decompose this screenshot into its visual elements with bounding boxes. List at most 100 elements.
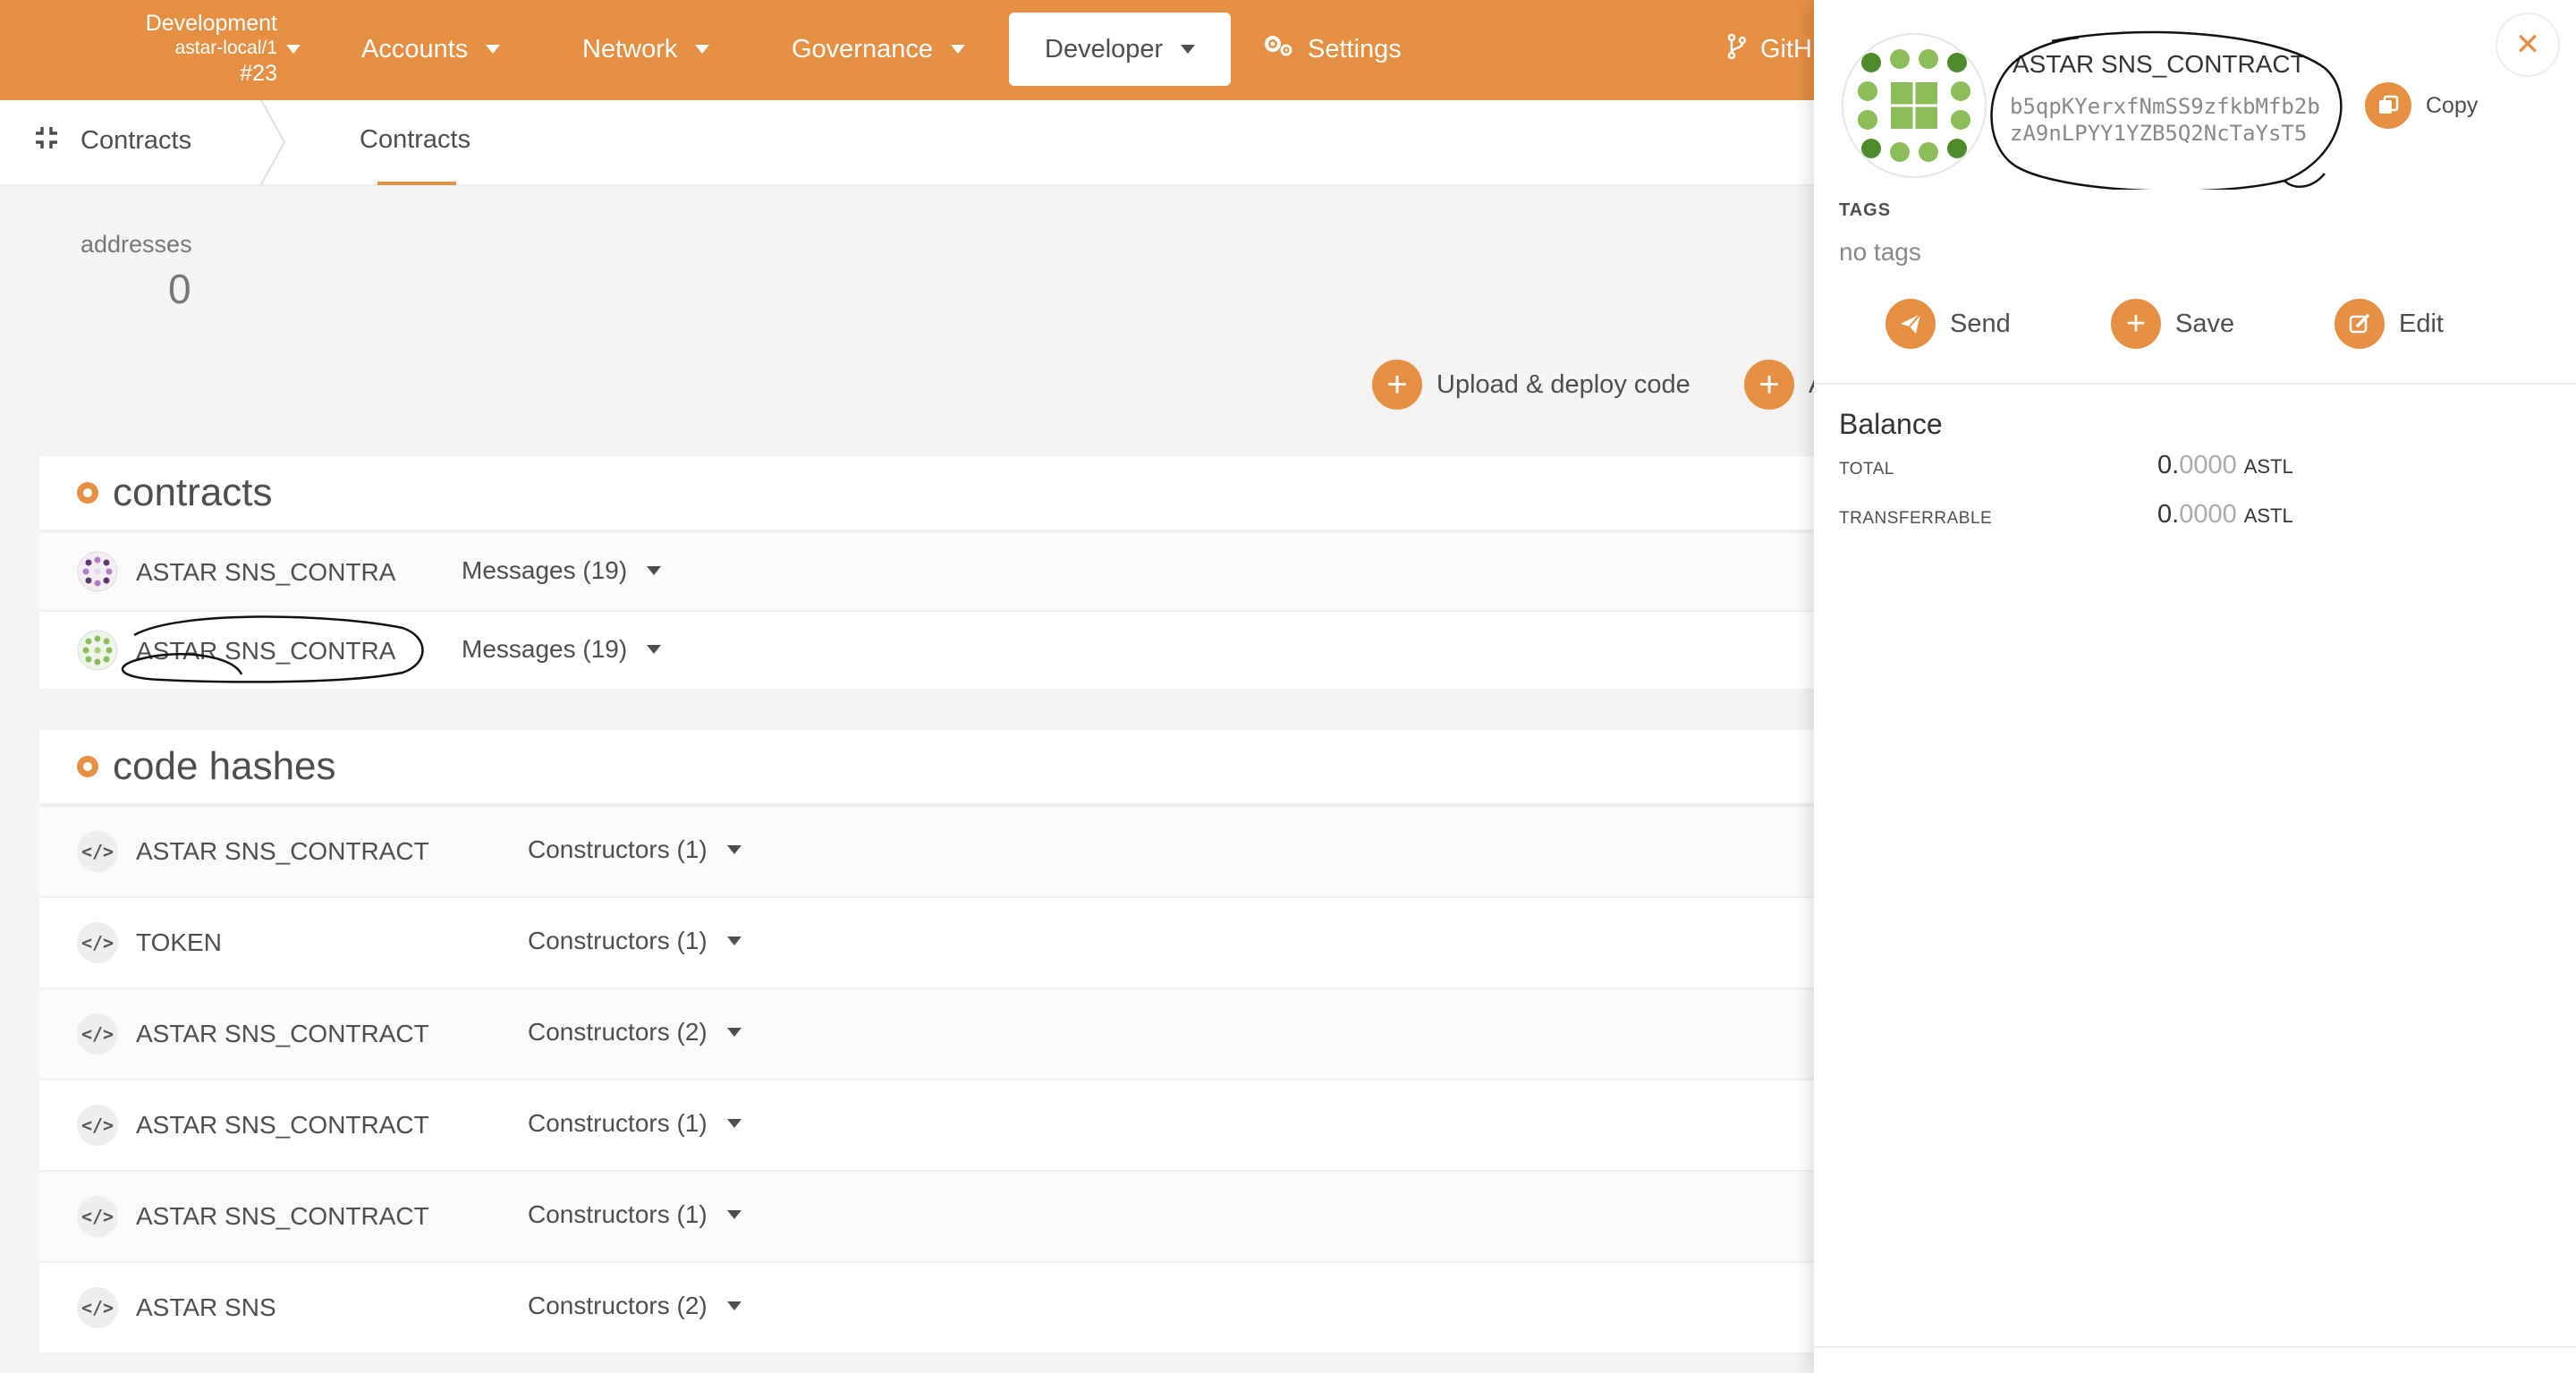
messages-dropdown[interactable]: Messages (19): [462, 635, 662, 664]
button-label: Upload & deploy code: [1436, 369, 1690, 399]
section-title: code hashes: [113, 744, 336, 788]
git-branch-icon: [1726, 33, 1748, 66]
menu-governance[interactable]: Governance: [792, 13, 965, 86]
table-row[interactable]: </> ASTAR SNS_CONTRACT Constructors (1): [39, 1081, 1828, 1172]
table-row[interactable]: </> ASTAR SNS Constructors (2): [39, 1263, 1828, 1354]
identicon: [77, 630, 118, 671]
balance-decimals: 0000: [2179, 500, 2237, 529]
section-dot-icon: [77, 482, 98, 504]
contracts-table: contracts ASTAR SNS_CONTRA Messages (19): [39, 456, 1828, 691]
table-row[interactable]: ASTAR SNS_CONTRA Messages (19): [39, 533, 1828, 612]
chevron-down-icon: [647, 566, 662, 575]
menu-label: Settings: [1308, 34, 1402, 64]
table-row[interactable]: </> ASTAR SNS_CONTRACT Constructors (1): [39, 807, 1828, 898]
upload-deploy-button[interactable]: + Upload & deploy code: [1372, 360, 1690, 410]
balance-label: TOTAL: [1839, 460, 1894, 479]
code-icon: </>: [77, 831, 118, 872]
identicon: [77, 551, 118, 592]
copy-label: Copy: [2426, 92, 2479, 118]
table-row[interactable]: </> ASTAR SNS_CONTRACT Constructors (2): [39, 989, 1828, 1081]
tags-label: TAGS: [1839, 200, 1892, 220]
code-name: ASTAR SNS_CONTRACT: [136, 837, 429, 865]
constructors-dropdown[interactable]: Constructors (1): [528, 1109, 741, 1138]
messages-dropdown[interactable]: Messages (19): [462, 556, 662, 585]
summary-label: addresses: [80, 231, 192, 258]
chevron-down-icon: [726, 1301, 741, 1310]
gears-icon: [1263, 34, 1295, 65]
identicon: [1842, 33, 1987, 178]
breadcrumb-root[interactable]: Contracts: [34, 125, 191, 157]
chevron-down-icon: [486, 45, 501, 54]
sub-navigation: Contracts Contracts: [0, 100, 1825, 186]
balance-title: Balance: [1839, 408, 1943, 440]
code-hashes-table: code hashes </> ASTAR SNS_CONTRACT Const…: [39, 730, 1828, 1354]
dropdown-label: Constructors (2): [528, 1018, 708, 1046]
close-icon[interactable]: ✕: [2496, 13, 2560, 77]
menu-developer[interactable]: Developer: [1009, 13, 1232, 86]
dropdown-label: Constructors (1): [528, 1109, 708, 1137]
chevron-down-icon: [726, 1210, 741, 1219]
dropdown-label: Messages (19): [462, 556, 628, 584]
balance-unit: ASTL: [2243, 455, 2293, 478]
code-icon: </>: [77, 1105, 118, 1146]
code-name: ASTAR SNS_CONTRACT: [136, 1111, 429, 1139]
balance-decimals: 0000: [2179, 451, 2237, 479]
tab-contracts[interactable]: Contracts: [360, 125, 470, 155]
table-row[interactable]: ASTAR SNS_CONTRA Messages (19): [39, 612, 1828, 691]
constructors-dropdown[interactable]: Constructors (1): [528, 927, 741, 955]
menu-label: GitH: [1760, 34, 1812, 64]
chevron-down-icon: [726, 937, 741, 945]
dropdown-label: Messages (19): [462, 635, 628, 663]
active-tab-indicator: [377, 182, 456, 185]
send-button[interactable]: Send: [1885, 299, 2011, 349]
menu-accounts[interactable]: Accounts: [361, 13, 501, 86]
summary-value: 0: [168, 266, 191, 312]
constructors-dropdown[interactable]: Constructors (2): [528, 1292, 741, 1320]
chevron-down-icon: [647, 645, 662, 654]
dropdown-label: Constructors (1): [528, 835, 708, 863]
constructors-dropdown[interactable]: Constructors (1): [528, 1200, 741, 1229]
constructors-dropdown[interactable]: Constructors (2): [528, 1018, 741, 1047]
save-button[interactable]: + Save: [2111, 299, 2234, 349]
dropdown-label: Constructors (1): [528, 1200, 708, 1228]
section-title: contracts: [113, 470, 273, 514]
menu-settings[interactable]: Settings: [1263, 13, 1402, 86]
menu-github[interactable]: GitH: [1726, 13, 1812, 86]
divider: [1814, 1346, 2576, 1348]
contract-name: ASTAR SNS_CONTRA: [136, 637, 396, 665]
menu-label: Developer: [1045, 34, 1164, 64]
node-name: astar-local/1: [174, 38, 277, 58]
balance-label: TRANSFERRABLE: [1839, 509, 1993, 528]
chevron-down-icon: [726, 1119, 741, 1128]
edit-button[interactable]: Edit: [2334, 299, 2444, 349]
plus-icon: +: [2111, 299, 2161, 349]
network-name: Development: [145, 11, 277, 36]
chevron-down-icon: [726, 845, 741, 854]
contracts-header: contracts: [39, 456, 1828, 533]
menu-label: Accounts: [361, 34, 469, 64]
breadcrumb-separator: [260, 100, 286, 184]
table-row[interactable]: </> TOKEN Constructors (1): [39, 898, 1828, 989]
code-hashes-header: code hashes: [39, 730, 1828, 807]
chain-selector[interactable]: Development astar-local/1 #23: [107, 11, 301, 86]
tags-value[interactable]: no tags: [1839, 238, 1921, 267]
balance-value: 0.0000 ASTL: [2157, 451, 2293, 480]
block-number: #23: [240, 61, 277, 86]
account-name: ASTAR SNS_CONTRACT: [2012, 50, 2306, 78]
menu-network[interactable]: Network: [582, 13, 710, 86]
plus-icon: +: [1744, 360, 1794, 410]
code-name: ASTAR SNS_CONTRACT: [136, 1020, 429, 1047]
button-label: Save: [2175, 309, 2235, 338]
dropdown-label: Constructors (1): [528, 927, 708, 954]
balance-row-total: TOTAL 0.0000 ASTL: [1839, 451, 2555, 487]
copy-icon: [2365, 82, 2411, 129]
chevron-down-icon: [1181, 45, 1196, 54]
contract-name: ASTAR SNS_CONTRA: [136, 558, 396, 586]
constructors-dropdown[interactable]: Constructors (1): [528, 835, 741, 864]
menu-label: Governance: [792, 34, 933, 64]
copy-button[interactable]: Copy: [2365, 82, 2478, 129]
chevron-down-icon: [695, 45, 710, 54]
table-row[interactable]: </> ASTAR SNS_CONTRACT Constructors (1): [39, 1172, 1828, 1263]
code-icon: </>: [77, 1013, 118, 1055]
chevron-down-icon: [951, 45, 965, 54]
